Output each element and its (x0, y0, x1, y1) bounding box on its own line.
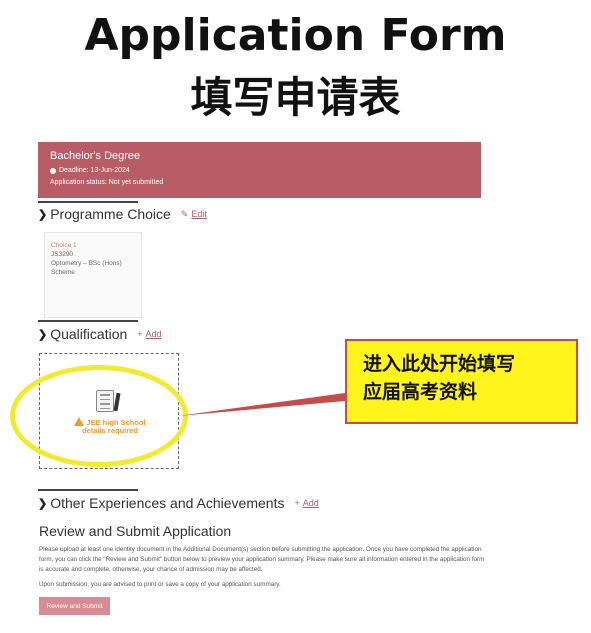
deadline-line: Deadline: 13-Jun-2024 (50, 167, 469, 174)
review-advice: Upon submission, you are advised to prin… (39, 581, 281, 588)
section-divider (38, 489, 138, 491)
qualification-section-title: Qualification (50, 326, 128, 342)
add-label: Add (302, 498, 319, 508)
programme-scheme: Scheme (51, 269, 75, 277)
callout-line2: 应届高考资料 (363, 380, 478, 403)
chevron-down-icon[interactable]: ❯ (38, 328, 47, 341)
review-instructions: Please upload at least one identity docu… (39, 546, 485, 573)
edit-programme-link[interactable]: ✎ Edit (181, 209, 207, 220)
plus-icon: + (137, 329, 143, 339)
chevron-down-icon[interactable]: ❯ (38, 497, 47, 510)
overlay-heading-en: Application Form (84, 10, 507, 61)
review-section-title: Review and Submit Application (39, 523, 232, 539)
add-label: Add (145, 329, 162, 339)
programme-name: Optometry – BSc (Hons) (51, 260, 122, 268)
section-divider (38, 201, 138, 203)
plus-icon: + (294, 498, 300, 508)
annotation-callout: 进入此处开始填写 应届高考资料 (345, 339, 578, 424)
add-qualification-link[interactable]: + Add (137, 329, 161, 339)
add-experience-link[interactable]: + Add (294, 498, 318, 508)
callout-line1: 进入此处开始填写 (363, 353, 516, 375)
edit-label: Edit (191, 209, 207, 219)
highlight-circle (10, 365, 188, 467)
status-text: Application status: Not yet submitted (50, 179, 164, 186)
deadline-text: Deadline: 13-Jun-2024 (59, 167, 130, 174)
experiences-section-header[interactable]: ❯ Other Experiences and Achievements + A… (38, 495, 319, 511)
experiences-section-title: Other Experiences and Achievements (50, 495, 285, 511)
programme-choice-card[interactable]: Choice 1 JS3290 Optometry – BSc (Hons) S… (44, 232, 142, 318)
status-line: Application status: Not yet submitted (50, 179, 469, 186)
qualification-section-header[interactable]: ❯ Qualification + Add (38, 326, 162, 342)
degree-title: Bachelor's Degree (50, 150, 141, 162)
section-divider (38, 320, 138, 322)
pencil-icon: ✎ (180, 208, 189, 219)
programme-code: JS3290 (51, 251, 74, 259)
choice-label: Choice 1 (51, 242, 77, 249)
review-submit-button[interactable]: Review and Submit (39, 597, 110, 615)
overlay-heading-zh: 填写申请表 (190, 73, 401, 122)
clock-icon (50, 167, 56, 174)
programme-section-title: Programme Choice (50, 206, 171, 222)
chevron-down-icon[interactable]: ❯ (38, 208, 47, 221)
degree-banner: Bachelor's Degree Deadline: 13-Jun-2024 … (38, 142, 481, 198)
programme-section-header[interactable]: ❯ Programme Choice ✎ Edit (38, 206, 207, 222)
